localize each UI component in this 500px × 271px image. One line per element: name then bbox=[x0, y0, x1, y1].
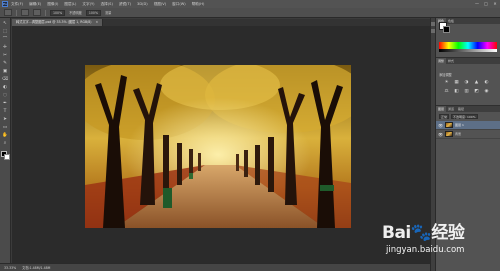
adjustments-panel: 调整 样式 添加调整 ☀ ▦ ◑ ▲ ◐ ⚖ ◧ ▥ ◩ ◉ bbox=[436, 58, 500, 106]
tab-swatches[interactable]: 色板 bbox=[446, 18, 456, 24]
tab-styles[interactable]: 样式 bbox=[446, 58, 456, 64]
properties-panel-icon[interactable] bbox=[431, 29, 435, 33]
status-bar: 33.33% 文档:1.48M/1.48M bbox=[0, 263, 430, 271]
brush-tool-icon[interactable]: ✎ bbox=[2, 61, 9, 67]
channel-mixer-icon[interactable]: ◩ bbox=[473, 89, 480, 95]
opacity-field[interactable]: 100% bbox=[85, 9, 101, 16]
layer-row[interactable]: 👁 背景 bbox=[436, 130, 500, 139]
document-tab-label: 韩式文字...调整图层.psd @ 33.3% (图层 1, RGB/8) bbox=[16, 20, 92, 24]
options-bar: 100% 不透明度 100% 流量 bbox=[0, 8, 500, 18]
document-image[interactable] bbox=[85, 65, 351, 228]
exposure-icon[interactable]: ▲ bbox=[473, 80, 480, 86]
shape-tool-icon[interactable]: ▭ bbox=[2, 125, 9, 131]
slice-tool-icon[interactable]: ✂ bbox=[2, 53, 9, 59]
document-size-readout[interactable]: 文档:1.48M/1.48M bbox=[22, 265, 50, 270]
zoom-tool-icon[interactable]: ⌕ bbox=[2, 141, 9, 147]
adjustment-icon-grid: ☀ ▦ ◑ ▲ ◐ ⚖ ◧ ▥ ◩ ◉ bbox=[436, 80, 500, 95]
close-button[interactable]: ✕ bbox=[492, 1, 498, 6]
menu-type[interactable]: 文字(Y) bbox=[82, 2, 94, 7]
document-tab-bar: 韩式文字...调整图层.psd @ 33.3% (图层 1, RGB/8) × bbox=[12, 19, 430, 26]
layer-row[interactable]: 👁 图层 1 bbox=[436, 121, 500, 130]
panel-background-swatch[interactable] bbox=[443, 26, 450, 33]
menu-3d[interactable]: 3D(D) bbox=[137, 2, 148, 6]
color-spectrum-ramp[interactable] bbox=[439, 42, 497, 49]
type-tool-icon[interactable]: T bbox=[2, 109, 9, 115]
visibility-eye-icon[interactable]: 👁 bbox=[438, 123, 443, 128]
watermark-url: jingyan.baidu.com bbox=[386, 245, 465, 255]
marquee-tool-icon[interactable]: ⬚ bbox=[2, 29, 9, 35]
menu-select[interactable]: 选择(S) bbox=[101, 2, 113, 7]
tab-layers[interactable]: 图层 bbox=[436, 106, 447, 112]
menu-file[interactable]: 文件(F) bbox=[11, 2, 23, 7]
layer-name[interactable]: 背景 bbox=[455, 132, 461, 136]
crop-tool-icon[interactable]: ✛ bbox=[2, 45, 9, 51]
history-panel-icon[interactable] bbox=[431, 22, 435, 26]
photoshop-logo: Ps bbox=[2, 1, 8, 7]
stamp-tool-icon[interactable]: ▣ bbox=[2, 69, 9, 75]
tool-preset-picker[interactable] bbox=[4, 9, 12, 16]
brush-preset-picker[interactable] bbox=[21, 9, 29, 16]
layer-name[interactable]: 图层 1 bbox=[455, 123, 464, 127]
brush-panel-toggle[interactable] bbox=[33, 9, 41, 16]
pen-tool-icon[interactable]: ✒ bbox=[2, 101, 9, 107]
menu-help[interactable]: 帮助(H) bbox=[192, 2, 205, 7]
tab-adjustments[interactable]: 调整 bbox=[436, 58, 447, 64]
baidu-jingyan-watermark: Bai🐾经验 jingyan.baidu.com bbox=[382, 218, 482, 263]
gradient-tool-icon[interactable]: ◐ bbox=[2, 85, 9, 91]
divider bbox=[45, 9, 46, 16]
levels-icon[interactable]: ▦ bbox=[453, 80, 460, 86]
minimize-button[interactable]: — bbox=[474, 1, 480, 6]
flow-label: 流量 bbox=[105, 11, 112, 15]
move-tool-icon[interactable]: ↖ bbox=[2, 21, 9, 27]
layer-opacity-field[interactable]: 不透明度: 100% bbox=[451, 114, 478, 119]
document-tab[interactable]: 韩式文字...调整图层.psd @ 33.3% (图层 1, RGB/8) × bbox=[12, 19, 104, 26]
layer-thumbnail bbox=[445, 131, 453, 137]
brightness-contrast-icon[interactable]: ☀ bbox=[443, 80, 450, 86]
menu-edit[interactable]: 编辑(E) bbox=[29, 2, 41, 7]
opacity-label: 不透明度 bbox=[69, 11, 82, 15]
black-white-icon[interactable]: ◧ bbox=[453, 89, 460, 95]
tools-panel: ↖ ⬚ ⌒ ✛ ✂ ✎ ▣ ⌫ ◐ ◌ ✒ T ➤ ▭ ✋ ⌕ bbox=[0, 18, 11, 263]
eraser-tool-icon[interactable]: ⌫ bbox=[2, 77, 9, 83]
background-color-swatch[interactable] bbox=[3, 154, 10, 160]
dodge-tool-icon[interactable]: ◌ bbox=[2, 93, 9, 99]
lasso-tool-icon[interactable]: ⌒ bbox=[2, 37, 9, 43]
color-balance-icon[interactable]: ⚖ bbox=[443, 89, 450, 95]
maximize-button[interactable]: □ bbox=[483, 1, 489, 6]
window-controls: — □ ✕ bbox=[474, 1, 498, 6]
layers-panel: 图层 通道 路径 正常 不透明度: 100% 👁 图层 1 👁 背景 bbox=[436, 106, 500, 196]
grayscale-ramp[interactable] bbox=[439, 49, 497, 52]
hue-saturation-icon[interactable]: ◉ bbox=[483, 89, 490, 95]
visibility-eye-icon[interactable]: 👁 bbox=[438, 132, 443, 137]
tab-channels[interactable]: 通道 bbox=[446, 106, 456, 112]
color-panel: 颜色 色板 bbox=[436, 18, 500, 58]
vibrance-icon[interactable]: ◐ bbox=[483, 80, 490, 86]
menu-bar: Ps 文件(F) 编辑(E) 图像(I) 图层(L) 文字(Y) 选择(S) 滤… bbox=[0, 0, 500, 8]
menu-view[interactable]: 视图(V) bbox=[154, 2, 166, 7]
photo-filter-icon[interactable]: ▥ bbox=[463, 89, 470, 95]
adjustments-title: 添加调整 bbox=[439, 73, 452, 77]
curves-icon[interactable]: ◑ bbox=[463, 80, 470, 86]
baidu-logo: Bai🐾经验 bbox=[382, 223, 465, 243]
layer-controls: 正常 不透明度: 100% bbox=[436, 112, 500, 121]
menu-window[interactable]: 窗口(W) bbox=[172, 2, 186, 7]
tab-close-icon[interactable]: × bbox=[96, 20, 99, 24]
menu-image[interactable]: 图像(I) bbox=[47, 2, 58, 7]
layer-thumbnail bbox=[445, 122, 453, 128]
path-select-tool-icon[interactable]: ➤ bbox=[2, 117, 9, 123]
blend-mode-select[interactable]: 正常 bbox=[439, 114, 450, 119]
hand-tool-icon[interactable]: ✋ bbox=[2, 133, 9, 139]
color-swatches[interactable] bbox=[0, 151, 10, 160]
menu-filter[interactable]: 滤镜(T) bbox=[119, 2, 131, 7]
tab-paths[interactable]: 路径 bbox=[456, 106, 466, 112]
zoom-readout[interactable]: 33.33% bbox=[4, 266, 16, 270]
zoom-field[interactable]: 100% bbox=[50, 9, 66, 16]
menu-layer[interactable]: 图层(L) bbox=[64, 2, 76, 7]
divider bbox=[16, 9, 17, 16]
